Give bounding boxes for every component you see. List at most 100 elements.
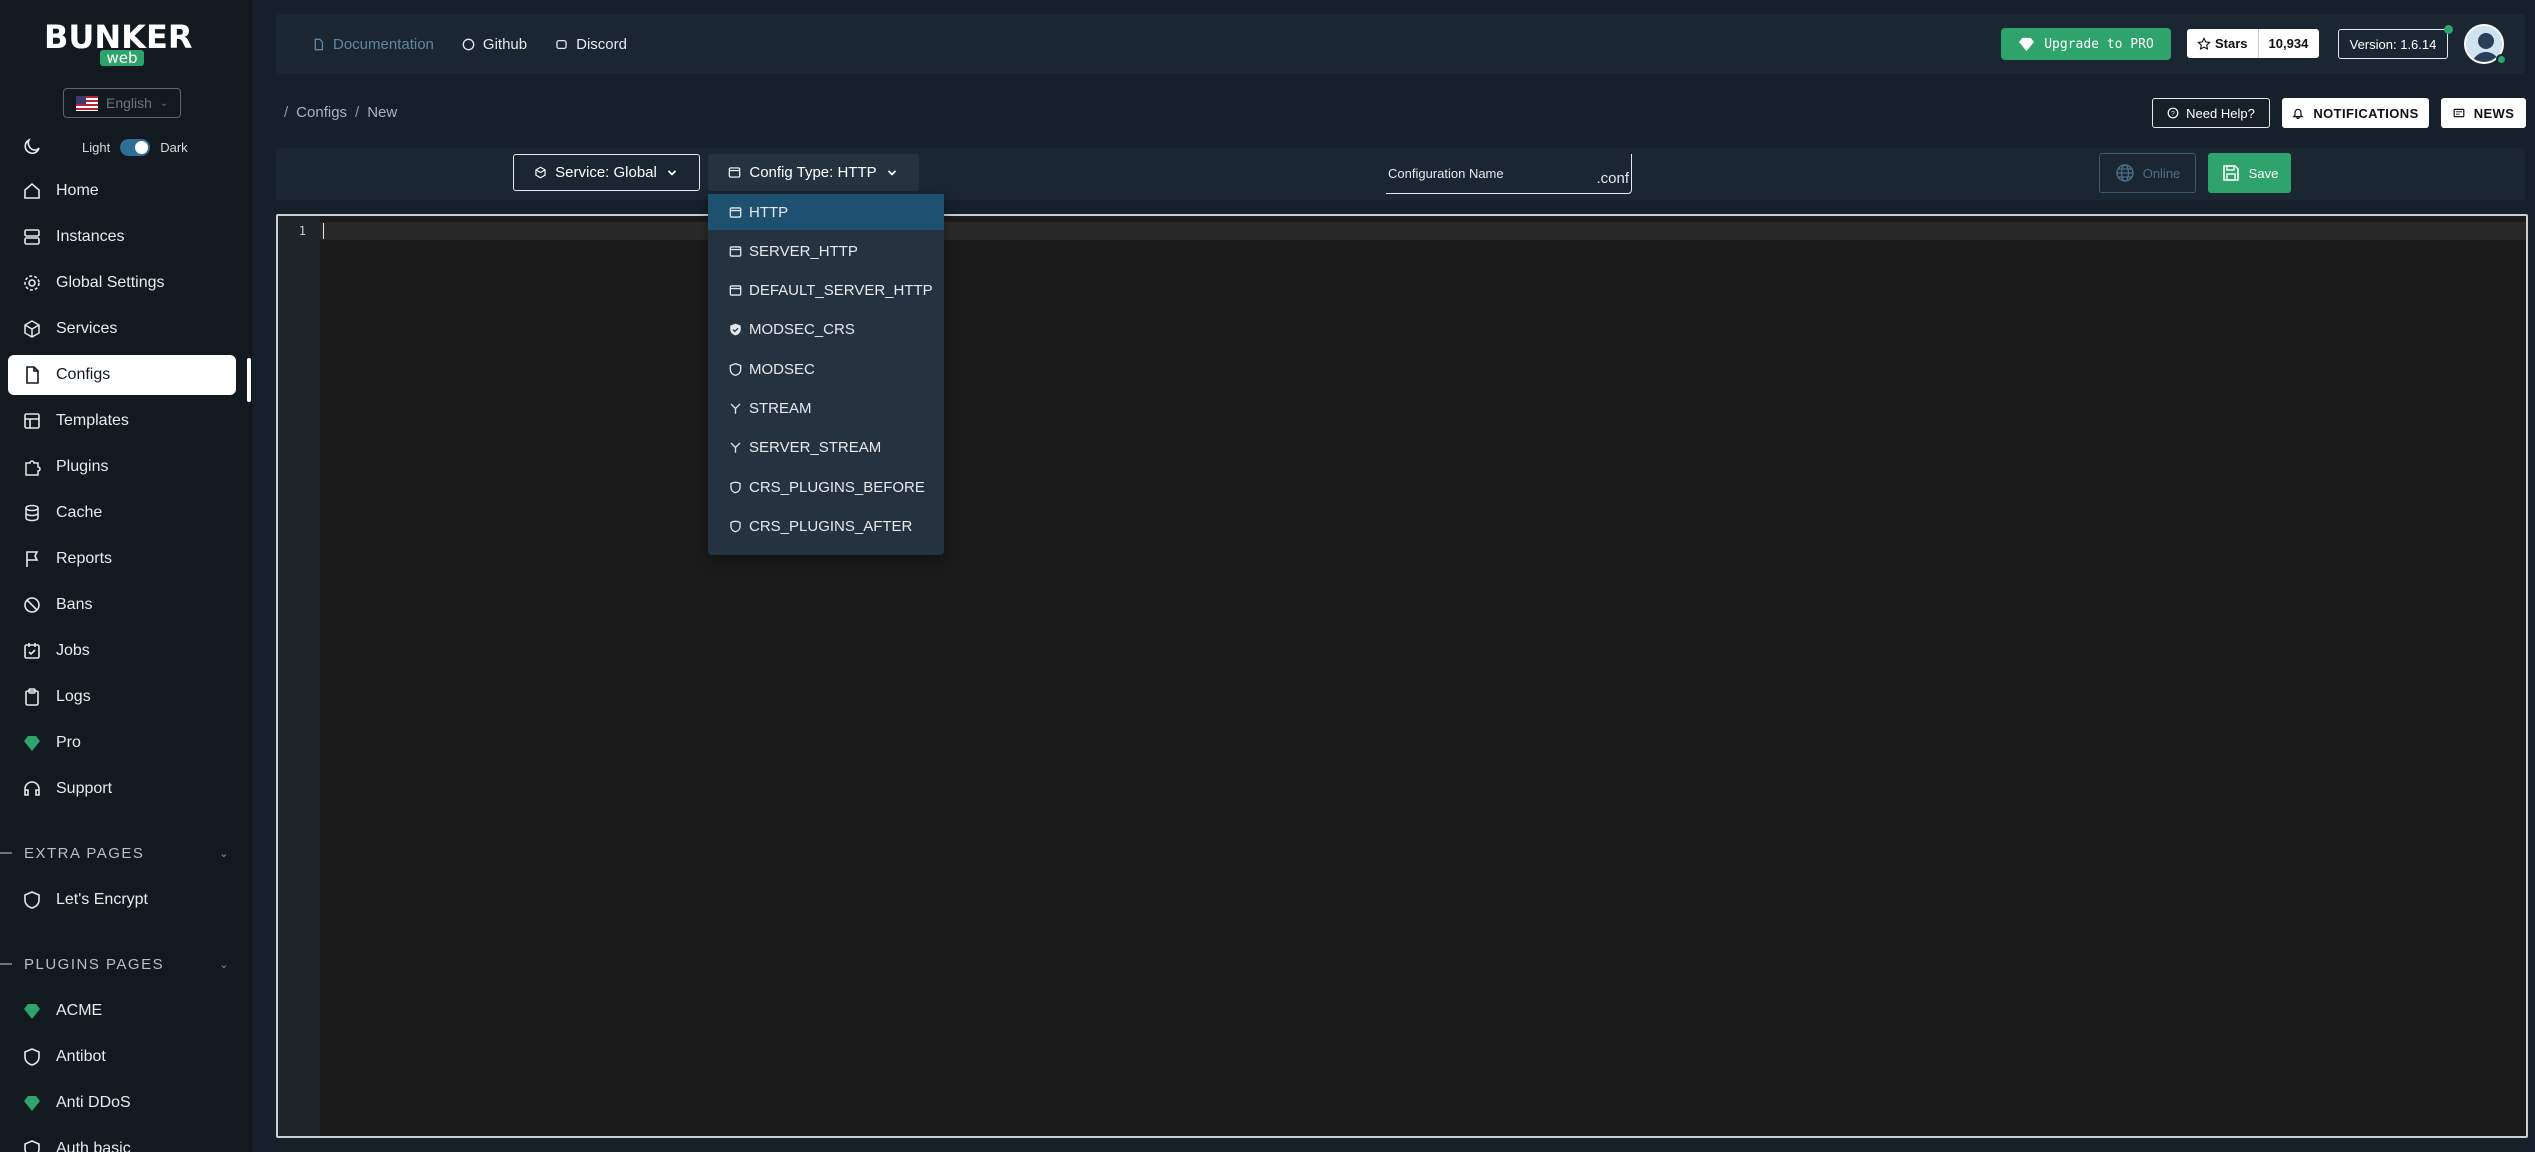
theme-toggle[interactable] xyxy=(120,138,151,156)
config-type-option-http[interactable]: HTTP xyxy=(708,194,944,230)
stream-icon xyxy=(730,403,741,414)
extra-pages-section-toggle[interactable]: EXTRA PAGES ⌄ xyxy=(0,841,230,865)
sidebar-item-home[interactable]: Home xyxy=(8,171,236,211)
github-stars-button[interactable]: Stars 10,934 xyxy=(2187,29,2319,58)
sidebar-item-acme[interactable]: ACME xyxy=(8,991,236,1031)
window-icon xyxy=(729,285,742,296)
plugin-shield-icon xyxy=(730,520,741,533)
github-link[interactable]: Github xyxy=(462,36,527,53)
sidebar-item-label: Jobs xyxy=(56,642,90,659)
sidebar-item-cache[interactable]: Cache xyxy=(8,493,236,533)
stream-icon xyxy=(730,442,741,453)
template-icon xyxy=(24,413,40,429)
shield-icon xyxy=(24,891,40,909)
config-type-option-modsec[interactable]: MODSEC xyxy=(708,351,944,387)
save-button[interactable]: Save xyxy=(2208,153,2291,193)
sidebar-item-auth-basic[interactable]: Auth basic xyxy=(8,1129,236,1152)
sidebar-item-pro[interactable]: Pro xyxy=(8,723,236,763)
sidebar-item-lets-encrypt[interactable]: Let's Encrypt xyxy=(8,880,236,920)
sidebar-item-jobs[interactable]: Jobs xyxy=(8,631,236,671)
top-navbar: Documentation Github Discord Upgrade to … xyxy=(276,14,2525,74)
window-icon xyxy=(729,167,741,178)
chevron-down-icon xyxy=(667,169,676,176)
config-type-option-stream[interactable]: STREAM xyxy=(708,390,944,426)
sidebar-item-anti-ddos[interactable]: Anti DDoS xyxy=(8,1083,236,1123)
documentation-link[interactable]: Documentation xyxy=(312,36,434,53)
bunkerweb-logo[interactable]: BUNKER web xyxy=(42,18,202,67)
news-button[interactable]: NEWS xyxy=(2441,98,2526,128)
config-type-option-server-http[interactable]: SERVER_HTTP xyxy=(708,233,944,269)
option-label: CRS_PLUGINS_BEFORE xyxy=(749,478,925,496)
plugin-shield-icon xyxy=(730,481,741,493)
sidebar-item-support[interactable]: Support xyxy=(8,769,236,809)
sidebar-item-label: Cache xyxy=(56,504,103,521)
editor-active-line[interactable] xyxy=(320,222,2526,240)
sidebar-item-label: Pro xyxy=(56,734,81,751)
configuration-name-field[interactable]: Configuration Name .conf xyxy=(1386,154,1632,194)
puzzle-icon xyxy=(25,460,41,476)
sidebar-item-label: Home xyxy=(56,182,99,199)
window-icon xyxy=(729,206,742,218)
server-icon xyxy=(24,229,40,245)
sidebar-nav: Home Instances Global Settings Services … xyxy=(8,171,236,815)
configuration-name-label: Configuration Name xyxy=(1388,166,1504,181)
moon-icon xyxy=(24,138,40,154)
sidebar-item-reports[interactable]: Reports xyxy=(8,539,236,579)
config-type-option-modsec-crs[interactable]: MODSEC_CRS xyxy=(708,312,944,348)
stars-label-wrap: Stars xyxy=(2187,29,2259,58)
sidebar-item-label: Auth basic xyxy=(56,1140,131,1152)
sidebar-item-antibot[interactable]: Antibot xyxy=(8,1037,236,1077)
news-label: NEWS xyxy=(2473,105,2515,121)
box-icon xyxy=(24,320,40,338)
discord-label: Discord xyxy=(576,35,627,53)
notifications-button[interactable]: NOTIFICATIONS xyxy=(2282,98,2429,128)
upgrade-to-pro-button[interactable]: Upgrade to PRO xyxy=(2001,28,2171,60)
theme-dark-label: Dark xyxy=(160,139,188,155)
version-badge[interactable]: Version: 1.6.14 xyxy=(2338,29,2448,59)
need-help-button[interactable]: ? Need Help? xyxy=(2152,98,2270,128)
sidebar-item-label: Configs xyxy=(56,366,111,383)
section-dash xyxy=(0,852,12,854)
shield-icon xyxy=(729,362,742,376)
config-type-option-crs-plugins-before[interactable]: CRS_PLUGINS_BEFORE xyxy=(708,469,944,505)
flag-icon xyxy=(26,551,39,567)
config-type-option-server-stream[interactable]: SERVER_STREAM xyxy=(708,430,944,466)
plugins-pages-section-toggle[interactable]: PLUGINS PAGES ⌄ xyxy=(0,952,230,976)
clipboard-icon xyxy=(25,688,39,706)
help-circle-icon: ? xyxy=(2167,107,2179,119)
sidebar-item-logs[interactable]: Logs xyxy=(8,677,236,717)
sidebar-item-label: Services xyxy=(56,320,118,337)
config-type-option-crs-plugins-after[interactable]: CRS_PLUGINS_AFTER xyxy=(708,508,944,544)
sidebar-item-templates[interactable]: Templates xyxy=(8,401,236,441)
online-toggle-button[interactable]: Online xyxy=(2099,153,2196,193)
sidebar-item-global-settings[interactable]: Global Settings xyxy=(8,263,236,303)
sidebar-item-configs[interactable]: Configs xyxy=(8,355,236,395)
version-label: Version: 1.6.14 xyxy=(2349,36,2437,52)
chevron-down-icon: ⌄ xyxy=(219,847,230,860)
sidebar-item-instances[interactable]: Instances xyxy=(8,217,236,257)
config-type-option-default-server-http[interactable]: DEFAULT_SERVER_HTTP xyxy=(708,273,944,309)
sidebar-item-label: ACME xyxy=(56,1002,103,1019)
service-select-button[interactable]: Service: Global xyxy=(513,154,700,191)
stars-label: Stars xyxy=(2215,36,2248,51)
language-label: English xyxy=(106,95,152,111)
sidebar-item-label: Support xyxy=(56,780,113,797)
editor-gutter: 1 xyxy=(278,216,320,1136)
service-select-label: Service: Global xyxy=(555,164,657,181)
code-editor[interactable]: 1 xyxy=(276,214,2528,1138)
config-type-select-button[interactable]: Config Type: HTTP xyxy=(708,154,919,191)
sidebar-item-bans[interactable]: Bans xyxy=(8,585,236,625)
box-icon xyxy=(535,166,546,179)
discord-link[interactable]: Discord xyxy=(555,36,627,53)
sidebar-item-label: Reports xyxy=(56,550,113,567)
sidebar-item-label: Plugins xyxy=(56,458,109,475)
sidebar-item-plugins[interactable]: Plugins xyxy=(8,447,236,487)
github-label: Github xyxy=(482,35,528,53)
svg-text:web: web xyxy=(106,49,137,66)
gear-icon xyxy=(24,275,40,291)
breadcrumb-configs[interactable]: Configs xyxy=(296,104,347,121)
language-select[interactable]: English ⌄ xyxy=(63,88,181,118)
sidebar-item-services[interactable]: Services xyxy=(8,309,236,349)
notifications-label: NOTIFICATIONS xyxy=(2313,105,2419,121)
diamond-icon xyxy=(2019,37,2035,51)
